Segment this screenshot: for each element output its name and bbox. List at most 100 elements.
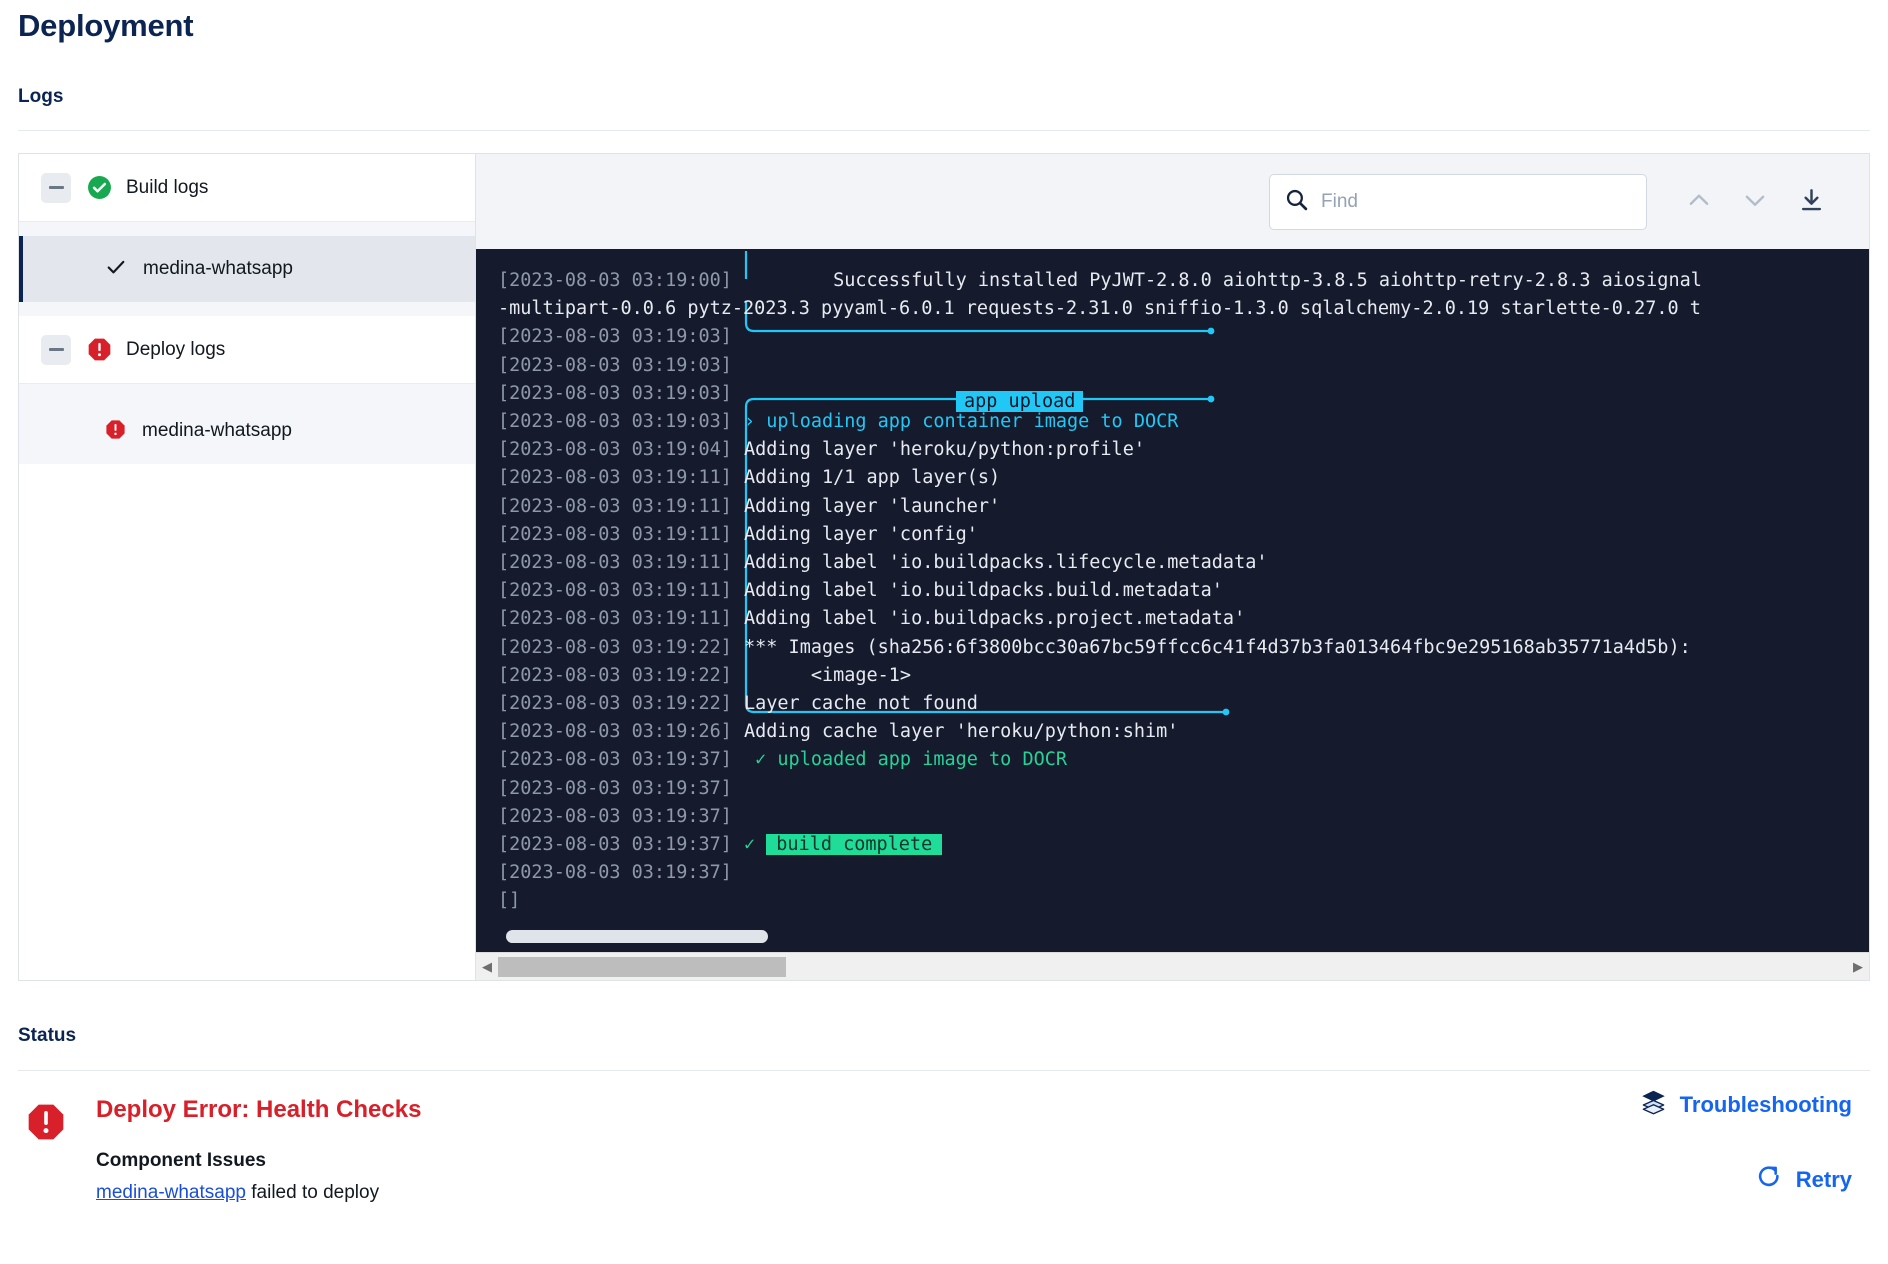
tree-spacer: [19, 302, 475, 316]
tree-spacer: [19, 222, 475, 236]
log-timestamp: [2023-08-03 03:19:37]: [498, 805, 732, 827]
log-line: [2023-08-03 03:19:37]: [476, 775, 1869, 803]
log-line-text: Adding label 'io.buildpacks.project.meta…: [744, 608, 1246, 630]
retry-label: Retry: [1795, 1167, 1852, 1192]
check-icon: [105, 256, 127, 282]
component-link[interactable]: medina-whatsapp: [96, 1182, 246, 1203]
error-octagon-icon: [26, 1102, 66, 1147]
log-terminal[interactable]: [2023-08-03 03:19:00] Successfully insta…: [476, 249, 1869, 952]
component-issues-label: Component Issues: [96, 1150, 266, 1171]
chevron-up-icon: [1684, 185, 1714, 218]
error-octagon-icon: [105, 419, 126, 444]
log-line: [2023-08-03 03:19:03] › uploading app con…: [476, 408, 1869, 436]
log-line: [2023-08-03 03:19:03]: [476, 323, 1869, 351]
log-line: [2023-08-03 03:19:37]: [476, 803, 1869, 831]
build-complete-check-icon: ✓: [744, 834, 767, 856]
log-line-text: Adding 1/1 app layer(s): [744, 467, 1001, 489]
log-line-text: -multipart-0.0.6 pytz-2023.3 pyyaml-6.0.…: [498, 298, 1701, 320]
log-line: [2023-08-03 03:19:22] Layer cache not fou…: [476, 690, 1869, 718]
log-line: [2023-08-03 03:19:37]: [476, 859, 1869, 887]
log-line: [2023-08-03 03:19:22] *** Images (sha256:…: [476, 634, 1869, 662]
find-previous-button[interactable]: [1671, 174, 1727, 230]
log-line-text: › uploading app container image to DOCR: [744, 411, 1179, 433]
collapse-minus-icon[interactable]: [41, 334, 71, 365]
log-timestamp: [2023-08-03 03:19:11]: [498, 608, 732, 630]
chevron-down-icon: [1740, 185, 1770, 218]
log-line-text: Adding layer 'heroku/python:profile': [744, 439, 1145, 461]
error-octagon-icon: [87, 337, 112, 362]
log-line: [2023-08-03 03:19:37] ✓ build complete: [476, 831, 1869, 859]
troubleshooting-label: Troubleshooting: [1679, 1091, 1852, 1117]
find-next-button[interactable]: [1727, 174, 1783, 230]
scroll-left-arrow[interactable]: ◀: [476, 959, 498, 975]
layers-icon: [1640, 1088, 1667, 1121]
status-card: Deploy Error: Health Checks Component Is…: [18, 1080, 1870, 1204]
logs-panel: Build logs medina-whatsapp Deploy logs m…: [18, 153, 1870, 981]
log-line-text: Adding label 'io.buildpacks.build.metada…: [744, 580, 1223, 602]
log-toolbar: [476, 154, 1869, 249]
refresh-icon: [1755, 1163, 1783, 1197]
log-timestamp: [2023-08-03 03:19:37]: [498, 834, 732, 856]
log-line: [2023-08-03 03:19:11] Adding layer 'launc…: [476, 493, 1869, 521]
scrollbar-thumb[interactable]: [498, 957, 786, 977]
log-badge-app-upload: app upload: [956, 391, 1084, 412]
tree-item-build-medina-whatsapp[interactable]: medina-whatsapp: [19, 236, 475, 302]
tree-group-deploy-logs[interactable]: Deploy logs: [19, 316, 475, 384]
log-line: [2023-08-03 03:19:04] Adding layer 'herok…: [476, 436, 1869, 464]
log-line-text: Adding layer 'launcher': [744, 495, 1001, 517]
log-line-text: *** Images (sha256:6f3800bcc30a67bc59ffc…: [744, 636, 1691, 658]
download-logs-button[interactable]: [1783, 174, 1839, 230]
log-line: []: [476, 887, 1869, 915]
log-timestamp: [2023-08-03 03:19:00]: [498, 270, 732, 291]
log-line: [2023-08-03 03:19:22] <image-1>: [476, 662, 1869, 690]
deploy-error-title: Deploy Error: Health Checks: [96, 1096, 422, 1123]
log-timestamp: [2023-08-03 03:19:03]: [498, 354, 732, 376]
log-timestamp: [2023-08-03 03:19:22]: [498, 664, 732, 686]
log-timestamp: [2023-08-03 03:19:22]: [498, 636, 732, 658]
log-timestamp: [2023-08-03 03:19:37]: [498, 862, 732, 884]
component-failure-text: failed to deploy: [245, 1182, 380, 1203]
log-line: [2023-08-03 03:19:26] Adding cache layer …: [476, 718, 1869, 746]
log-line-text: ✓ uploaded app image to DOCR: [744, 749, 1068, 771]
log-line: [2023-08-03 03:19:11] Adding label 'io.bu…: [476, 549, 1869, 577]
log-line-text: Adding label 'io.buildpacks.lifecycle.me…: [744, 552, 1268, 574]
tree-item-deploy-medina-whatsapp[interactable]: medina-whatsapp: [19, 398, 475, 464]
logs-tree: Build logs medina-whatsapp Deploy logs m…: [19, 154, 476, 980]
log-timestamp: [2023-08-03 03:19:03]: [498, 411, 732, 433]
tree-group-build-logs[interactable]: Build logs: [19, 154, 475, 222]
search-icon: [1284, 187, 1309, 217]
log-timestamp: [2023-08-03 03:19:04]: [498, 439, 732, 461]
deployment-page: Deployment Logs Build logs medina-whatsa…: [0, 0, 1888, 1264]
log-line: [2023-08-03 03:19:11] Adding 1/1 app laye…: [476, 464, 1869, 492]
log-timestamp: [2023-08-03 03:19:11]: [498, 495, 732, 517]
scroll-right-arrow[interactable]: ▶: [1847, 959, 1869, 975]
log-timestamp: [2023-08-03 03:19:11]: [498, 580, 732, 602]
success-check-circle-icon: [87, 175, 112, 200]
find-box[interactable]: [1269, 173, 1647, 230]
troubleshooting-button[interactable]: Troubleshooting: [1640, 1088, 1852, 1121]
tree-group-label: Build logs: [126, 176, 209, 198]
log-timestamp: [2023-08-03 03:19:11]: [498, 467, 732, 489]
search-input[interactable]: [1321, 190, 1632, 213]
log-line: [2023-08-03 03:19:11] Adding label 'io.bu…: [476, 577, 1869, 605]
logs-section-label: Logs: [18, 86, 64, 107]
collapse-minus-icon[interactable]: [41, 172, 71, 203]
log-timestamp: [2023-08-03 03:19:37]: [498, 777, 732, 799]
log-timestamp: [2023-08-03 03:19:11]: [498, 552, 732, 574]
log-line: [2023-08-03 03:19:11] Adding layer 'confi…: [476, 521, 1869, 549]
tree-group-label: Deploy logs: [126, 338, 226, 360]
logs-divider: [18, 130, 1870, 131]
log-timestamp: [2023-08-03 03:19:03]: [498, 326, 732, 348]
log-line-text: Successfully installed PyJWT-2.8.0 aioht…: [744, 270, 1702, 291]
terminal-inner-scrollbar[interactable]: [506, 930, 768, 943]
log-line-text: <image-1>: [744, 664, 912, 686]
status-section-label: Status: [18, 1025, 77, 1046]
horizontal-scrollbar[interactable]: ◀ ▶: [476, 952, 1869, 980]
log-timestamp: [2023-08-03 03:19:37]: [498, 749, 732, 771]
log-viewer: [2023-08-03 03:19:00] Successfully insta…: [476, 154, 1869, 980]
log-lines: [2023-08-03 03:19:00] Successfully insta…: [476, 267, 1869, 916]
retry-button[interactable]: Retry: [1640, 1163, 1852, 1197]
log-line: -multipart-0.0.6 pytz-2023.3 pyyaml-6.0.…: [476, 295, 1869, 323]
log-line-text: Adding layer 'config': [744, 523, 978, 545]
log-timestamp: [2023-08-03 03:19:11]: [498, 523, 732, 545]
